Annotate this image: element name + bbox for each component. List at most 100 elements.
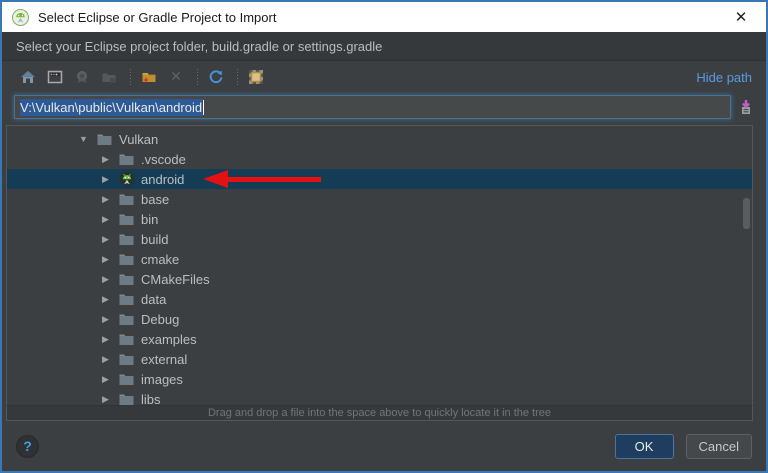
text-caret [203,100,204,115]
hide-path-link[interactable]: Hide path [696,70,752,85]
folder-icon [119,293,134,306]
refresh-icon [208,69,224,85]
folder-icon [119,213,134,226]
android-studio-project-icon [119,171,135,187]
tree-item-vulkan[interactable]: ▼ Vulkan [7,129,752,149]
show-hidden-files-button[interactable] [244,66,268,88]
android-studio-icon-wrap [118,171,135,187]
new-folder-button[interactable] [137,66,161,88]
folder-icon [119,313,134,326]
directory-tree: ▼Vulkan▶.vscode▶android▶base▶bin▶build▶c… [6,125,753,405]
tree-item-data[interactable]: ▶ data [7,289,752,309]
tree-item-label: base [141,192,169,207]
chevron-collapsed-icon[interactable]: ▶ [100,154,111,165]
chevron-collapsed-icon[interactable]: ▶ [100,254,111,265]
tree-item-cmakefiles[interactable]: ▶CMakeFiles [7,269,752,289]
tree-item-label: .vscode [141,152,186,167]
delete-icon: ✕ [170,69,182,85]
tree-item-label: examples [141,332,197,347]
tree-item-vscode[interactable]: ▶ .vscode [7,149,752,169]
subtitle-text: Select your Eclipse project folder, buil… [16,39,382,54]
folder-icon-wrap [118,251,135,267]
chevron-expanded-icon[interactable]: ▼ [78,134,89,144]
chevron-collapsed-icon[interactable]: ▶ [100,334,111,345]
tree-item-build[interactable]: ▶ build [7,229,752,249]
folder-icon-wrap [118,371,135,387]
folder-icon-wrap [118,311,135,327]
tree-item-label: external [141,352,187,367]
help-button[interactable]: ? [16,435,39,458]
path-input[interactable]: V:\Vulkan\public\Vulkan\android [14,95,731,119]
tree-item-android[interactable]: ▶android [7,169,752,189]
tree-item-label: bin [141,212,158,227]
delete-button-disabled: ✕ [164,66,188,88]
tree-item-label: data [141,292,166,307]
folder-icon [119,393,134,406]
chevron-collapsed-icon[interactable]: ▶ [100,394,111,405]
scrollbar-thumb[interactable] [743,198,750,229]
folder-icon [119,373,134,386]
desktop-directory-button[interactable] [43,66,67,88]
android-studio-icon [12,9,29,26]
import-project-dialog: Select Eclipse or Gradle Project to Impo… [0,0,768,473]
chevron-collapsed-icon[interactable]: ▶ [100,194,111,205]
title-bar: Select Eclipse or Gradle Project to Impo… [2,2,766,32]
chevron-collapsed-icon[interactable]: ▶ [100,274,111,285]
folder-icon [119,153,134,166]
tree-item-bin[interactable]: ▶ bin [7,209,752,229]
path-text-selected: V:\Vulkan\public\Vulkan\android [20,99,202,116]
module-icon [74,69,90,85]
chevron-collapsed-icon[interactable]: ▶ [100,214,111,225]
folder-icon-wrap [118,331,135,347]
tree-item-label: Vulkan [119,132,158,147]
new-folder-icon [141,69,157,85]
refresh-button[interactable] [204,66,228,88]
tree-item-cmake[interactable]: ▶ cmake [7,249,752,269]
home-icon [20,69,36,85]
file-chooser-toolbar: ✕ Hide path [2,61,766,93]
tree-item-external[interactable]: ▶ external [7,349,752,369]
dialog-footer: ? OK Cancel [2,421,766,471]
folder-icon [119,233,134,246]
folder-icon [119,333,134,346]
folder-icon-wrap [96,131,113,147]
home-directory-button[interactable] [16,66,40,88]
ok-button[interactable]: OK [615,434,674,459]
disabled-folder-icon [101,69,117,85]
chevron-collapsed-icon[interactable]: ▶ [100,174,111,185]
chevron-collapsed-icon[interactable]: ▶ [100,234,111,245]
chevron-collapsed-icon[interactable]: ▶ [100,294,111,305]
tree-item-base[interactable]: ▶ base [7,189,752,209]
desktop-icon [47,69,63,85]
tree-item-label: build [141,232,168,247]
tree-item-libs[interactable]: ▶libs [7,389,752,405]
jump-to-module-button-disabled [70,66,94,88]
close-button[interactable]: ✕ [726,4,756,30]
tree-item-label: images [141,372,183,387]
folder-icon [119,273,134,286]
folder-icon [97,133,112,146]
tree-item-label: cmake [141,252,179,267]
tree-item-debug[interactable]: ▶Debug [7,309,752,329]
folder-icon [119,253,134,266]
tree-item-images[interactable]: ▶ images [7,369,752,389]
folder-icon-wrap [118,391,135,405]
folder-icon-wrap [118,151,135,167]
hint-bar: Drag and drop a file into the space abov… [6,405,753,421]
insert-path-button[interactable] [736,97,756,117]
folder-icon [119,193,134,206]
chevron-collapsed-icon[interactable]: ▶ [100,314,111,325]
subtitle-bar: Select your Eclipse project folder, buil… [2,32,766,61]
show-hidden-files-icon [248,69,264,85]
chevron-collapsed-icon[interactable]: ▶ [100,354,111,365]
folder-icon-wrap [118,271,135,287]
path-row: V:\Vulkan\public\Vulkan\android [2,93,766,125]
tree-item-examples[interactable]: ▶ examples [7,329,752,349]
folder-icon [119,353,134,366]
cancel-button[interactable]: Cancel [686,434,752,459]
toolbar-separator [130,69,131,85]
chevron-collapsed-icon[interactable]: ▶ [100,374,111,385]
folder-icon-wrap [118,351,135,367]
toolbar-separator [197,69,198,85]
folder-icon-wrap [118,211,135,227]
